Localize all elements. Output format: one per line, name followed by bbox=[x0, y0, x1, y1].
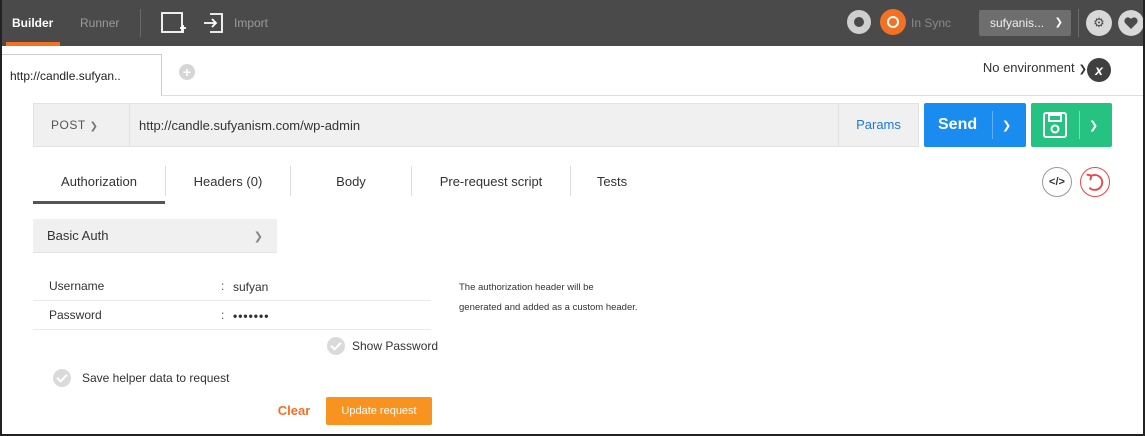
environment-selector[interactable]: No environment ❯ bbox=[983, 60, 1087, 75]
import-icon[interactable] bbox=[201, 11, 225, 35]
environment-label: No environment bbox=[982, 60, 1075, 75]
save-divider bbox=[1079, 111, 1080, 139]
show-password-checkbox[interactable] bbox=[327, 337, 345, 355]
sync-status: In Sync bbox=[911, 16, 952, 30]
heart-icon[interactable] bbox=[1118, 10, 1144, 36]
save-button[interactable]: ❯ bbox=[1031, 103, 1112, 147]
sync-icon[interactable] bbox=[880, 9, 906, 35]
builder-tab[interactable]: Builder bbox=[12, 0, 53, 46]
save-icon bbox=[1043, 112, 1067, 138]
tab-prerequest-script[interactable]: Pre-request script bbox=[412, 160, 570, 204]
password-colon: : bbox=[221, 308, 225, 322]
send-label: Send bbox=[938, 116, 978, 133]
password-label: Password bbox=[49, 308, 102, 322]
request-tab-label: http://candle.sufyan.. bbox=[10, 69, 121, 83]
clear-button[interactable]: Clear bbox=[271, 397, 317, 425]
password-input[interactable] bbox=[233, 301, 423, 330]
request-tab[interactable]: http://candle.sufyan.. bbox=[2, 54, 162, 96]
import-button[interactable]: Import bbox=[234, 0, 268, 46]
chevron-down-icon: ❯ bbox=[89, 121, 99, 132]
username-row: Username : bbox=[33, 272, 431, 301]
toolbar-divider bbox=[1078, 9, 1079, 37]
username-input[interactable] bbox=[233, 272, 423, 301]
tab-headers[interactable]: Headers (0) bbox=[166, 160, 290, 204]
url-input[interactable] bbox=[131, 104, 841, 146]
send-button[interactable]: Send ❯ bbox=[924, 103, 1026, 147]
user-menu[interactable]: sufyanis... ❯ bbox=[979, 10, 1071, 36]
runner-tab[interactable]: Runner bbox=[80, 0, 119, 46]
toolbar-divider bbox=[140, 9, 141, 37]
send-divider bbox=[992, 111, 993, 139]
chevron-down-icon: ❯ bbox=[1054, 17, 1063, 28]
username-label: Username bbox=[49, 279, 105, 293]
top-bar: Builder Runner Import In Sync sufyanis..… bbox=[2, 0, 1144, 46]
params-button[interactable]: Params bbox=[838, 104, 918, 146]
new-window-icon[interactable] bbox=[161, 12, 187, 34]
chevron-down-icon: ❯ bbox=[1078, 64, 1087, 75]
auth-note-line: generated and added as a custom header. bbox=[459, 302, 638, 313]
update-request-button[interactable]: Update request bbox=[326, 397, 432, 425]
chevron-down-icon: ❯ bbox=[253, 231, 263, 243]
save-helper-label[interactable]: Save helper data to request bbox=[82, 371, 229, 385]
add-tab-icon[interactable]: + bbox=[179, 64, 195, 80]
password-row: Password : bbox=[33, 301, 431, 330]
method-select[interactable]: POST ❯ bbox=[34, 104, 130, 146]
username-colon: : bbox=[221, 279, 225, 293]
show-password-label[interactable]: Show Password bbox=[352, 339, 438, 353]
tab-tests[interactable]: Tests bbox=[571, 160, 653, 204]
url-bar: POST❯ Params bbox=[33, 103, 919, 147]
auth-type-select[interactable]: Basic Auth ❯ bbox=[33, 219, 277, 253]
tab-authorization[interactable]: Authorization bbox=[33, 160, 165, 204]
request-subtabs: Authorization Headers (0) Body Pre-reque… bbox=[33, 160, 653, 204]
wrench-icon[interactable]: ⚙ bbox=[1086, 10, 1112, 36]
auth-note-line: The authorization header will be bbox=[459, 282, 594, 293]
reset-icon[interactable] bbox=[1080, 167, 1110, 197]
app-window: Builder Runner Import In Sync sufyanis..… bbox=[0, 0, 1145, 436]
code-snippet-icon[interactable]: </> bbox=[1042, 167, 1072, 197]
auth-note: The authorization header will be generat… bbox=[459, 278, 679, 318]
request-tab-strip: http://candle.sufyan.. + No environment ❯… bbox=[2, 46, 1143, 96]
chevron-down-icon[interactable]: ❯ bbox=[1002, 103, 1011, 149]
environment-quicklook-icon[interactable]: x bbox=[1087, 58, 1111, 82]
interceptor-icon[interactable] bbox=[847, 10, 871, 34]
auth-type-label: Basic Auth bbox=[47, 228, 109, 243]
user-name: sufyanis... bbox=[990, 16, 1045, 30]
tab-body[interactable]: Body bbox=[291, 160, 411, 204]
chevron-down-icon[interactable]: ❯ bbox=[1089, 103, 1098, 149]
method-label: POST bbox=[51, 118, 86, 132]
save-helper-checkbox[interactable] bbox=[53, 369, 71, 387]
